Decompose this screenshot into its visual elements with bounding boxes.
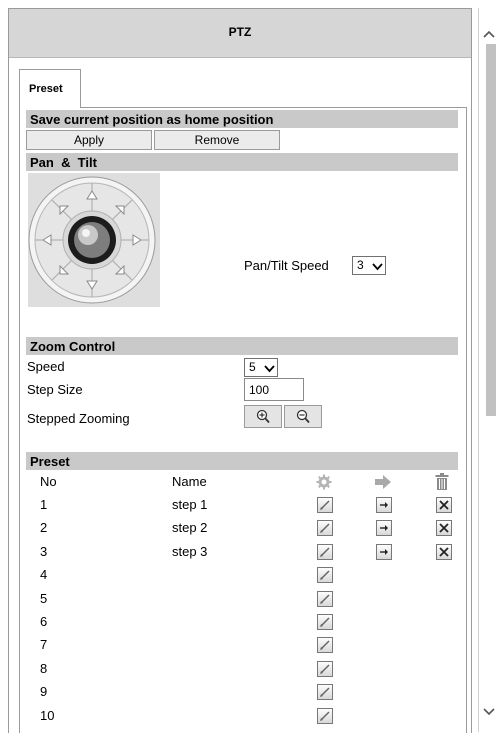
pan-tilt-speed-select[interactable]: 3	[352, 256, 386, 275]
column-name: Name	[172, 474, 207, 489]
zoom-out-button[interactable]	[284, 405, 322, 428]
step-size-label: Step Size	[27, 382, 83, 397]
column-no: No	[40, 474, 57, 489]
edit-preset-button[interactable]	[317, 567, 333, 584]
preset-no: 9	[40, 684, 48, 700]
close-icon	[439, 523, 449, 534]
pan-tilt-title: Pan & Tilt	[30, 155, 97, 170]
apply-button[interactable]: Apply	[26, 130, 152, 150]
preset-no: 1	[40, 497, 48, 512]
zoom-control-header: Zoom Control	[26, 337, 458, 355]
pencil-icon	[320, 640, 330, 651]
arrow-right-icon	[380, 548, 388, 555]
scroll-down-icon[interactable]	[483, 708, 495, 716]
zoom-speed-label: Speed	[27, 359, 65, 374]
arrow-right-icon	[374, 475, 392, 492]
preset-row: 7	[26, 634, 458, 657]
preset-name: step 3	[172, 543, 208, 559]
pan-tilt-header: Pan & Tilt	[26, 153, 458, 171]
stepped-zooming-label: Stepped Zooming	[27, 411, 130, 426]
preset-no: 2	[40, 520, 48, 536]
step-size-value: 100	[249, 383, 270, 397]
edit-preset-button[interactable]	[317, 684, 333, 701]
zoom-in-icon	[256, 409, 270, 424]
preset-name: step 1	[172, 497, 208, 512]
preset-no: 5	[40, 590, 48, 606]
pan-tilt-speed-label: Pan/Tilt Speed	[244, 258, 329, 273]
preset-title: Preset	[30, 454, 70, 469]
close-icon	[439, 547, 449, 557]
pan-tilt-speed-value: 3	[357, 258, 364, 272]
tab-content: Save current position as home position A…	[19, 107, 467, 733]
preset-row: 2 step 2	[26, 517, 458, 540]
preset-row: 8	[26, 658, 458, 681]
preset-name: step 2	[172, 520, 208, 536]
zoom-out-icon	[296, 409, 310, 424]
delete-preset-button[interactable]	[436, 543, 452, 560]
close-icon	[439, 500, 449, 510]
edit-preset-button[interactable]	[317, 660, 333, 677]
scroll-up-icon[interactable]	[483, 30, 495, 38]
preset-no: 8	[40, 660, 48, 676]
preset-table-header: No Name	[26, 471, 458, 494]
arrow-right-icon	[380, 525, 388, 532]
edit-preset-button[interactable]	[317, 520, 333, 537]
step-size-input[interactable]: 100	[244, 378, 304, 401]
home-position-header: Save current position as home position	[26, 110, 458, 128]
pencil-icon	[320, 594, 330, 604]
preset-row: 10	[26, 705, 458, 728]
pencil-icon	[320, 523, 330, 534]
goto-preset-button[interactable]	[376, 497, 392, 513]
tab-preset-label: Preset	[29, 83, 63, 95]
pan-tilt-joystick[interactable]	[28, 173, 160, 307]
preset-no: 4	[40, 567, 48, 583]
pencil-icon	[320, 711, 330, 721]
edit-preset-button[interactable]	[317, 497, 333, 513]
arrow-right-icon	[380, 502, 388, 508]
zoom-speed-value: 5	[249, 360, 256, 374]
zoom-control-title: Zoom Control	[30, 339, 116, 354]
preset-row: 9	[26, 681, 458, 704]
home-position-title: Save current position as home position	[30, 112, 274, 127]
scrollbar-thumb[interactable]	[486, 44, 496, 416]
zoom-in-button[interactable]	[244, 405, 282, 428]
preset-row: 4	[26, 564, 458, 587]
pencil-icon	[320, 664, 330, 674]
edit-preset-button[interactable]	[317, 590, 333, 607]
pencil-icon	[320, 617, 330, 627]
preset-no: 6	[40, 614, 48, 629]
title-bar: PTZ	[9, 9, 471, 58]
chevron-down-icon	[264, 362, 275, 376]
preset-no: 3	[40, 543, 48, 559]
preset-header: Preset	[26, 452, 458, 470]
chevron-down-icon	[372, 260, 383, 274]
preset-row: 1 step 1	[26, 494, 458, 517]
delete-preset-button[interactable]	[436, 520, 452, 537]
remove-button[interactable]: Remove	[154, 130, 280, 150]
pencil-icon	[320, 547, 330, 557]
zoom-speed-select[interactable]: 5	[244, 358, 278, 377]
preset-row: 5	[26, 588, 458, 611]
gear-icon	[316, 474, 332, 493]
goto-preset-button[interactable]	[376, 543, 392, 560]
trash-icon	[435, 473, 449, 493]
preset-no: 10	[40, 707, 55, 723]
tab-preset[interactable]: Preset	[19, 69, 81, 108]
delete-preset-button[interactable]	[436, 497, 452, 513]
preset-row: 3 step 3	[26, 541, 458, 564]
preset-no: 7	[40, 637, 48, 653]
pencil-icon	[320, 570, 330, 581]
edit-preset-button[interactable]	[317, 614, 333, 630]
edit-preset-button[interactable]	[317, 707, 333, 724]
pencil-icon	[320, 687, 330, 698]
ptz-panel: PTZ Preset Save current position as home…	[8, 8, 472, 733]
edit-preset-button[interactable]	[317, 543, 333, 560]
pencil-icon	[320, 500, 330, 510]
preset-row: 6	[26, 611, 458, 634]
goto-preset-button[interactable]	[376, 520, 392, 537]
window-title: PTZ	[228, 25, 252, 39]
edit-preset-button[interactable]	[317, 637, 333, 654]
